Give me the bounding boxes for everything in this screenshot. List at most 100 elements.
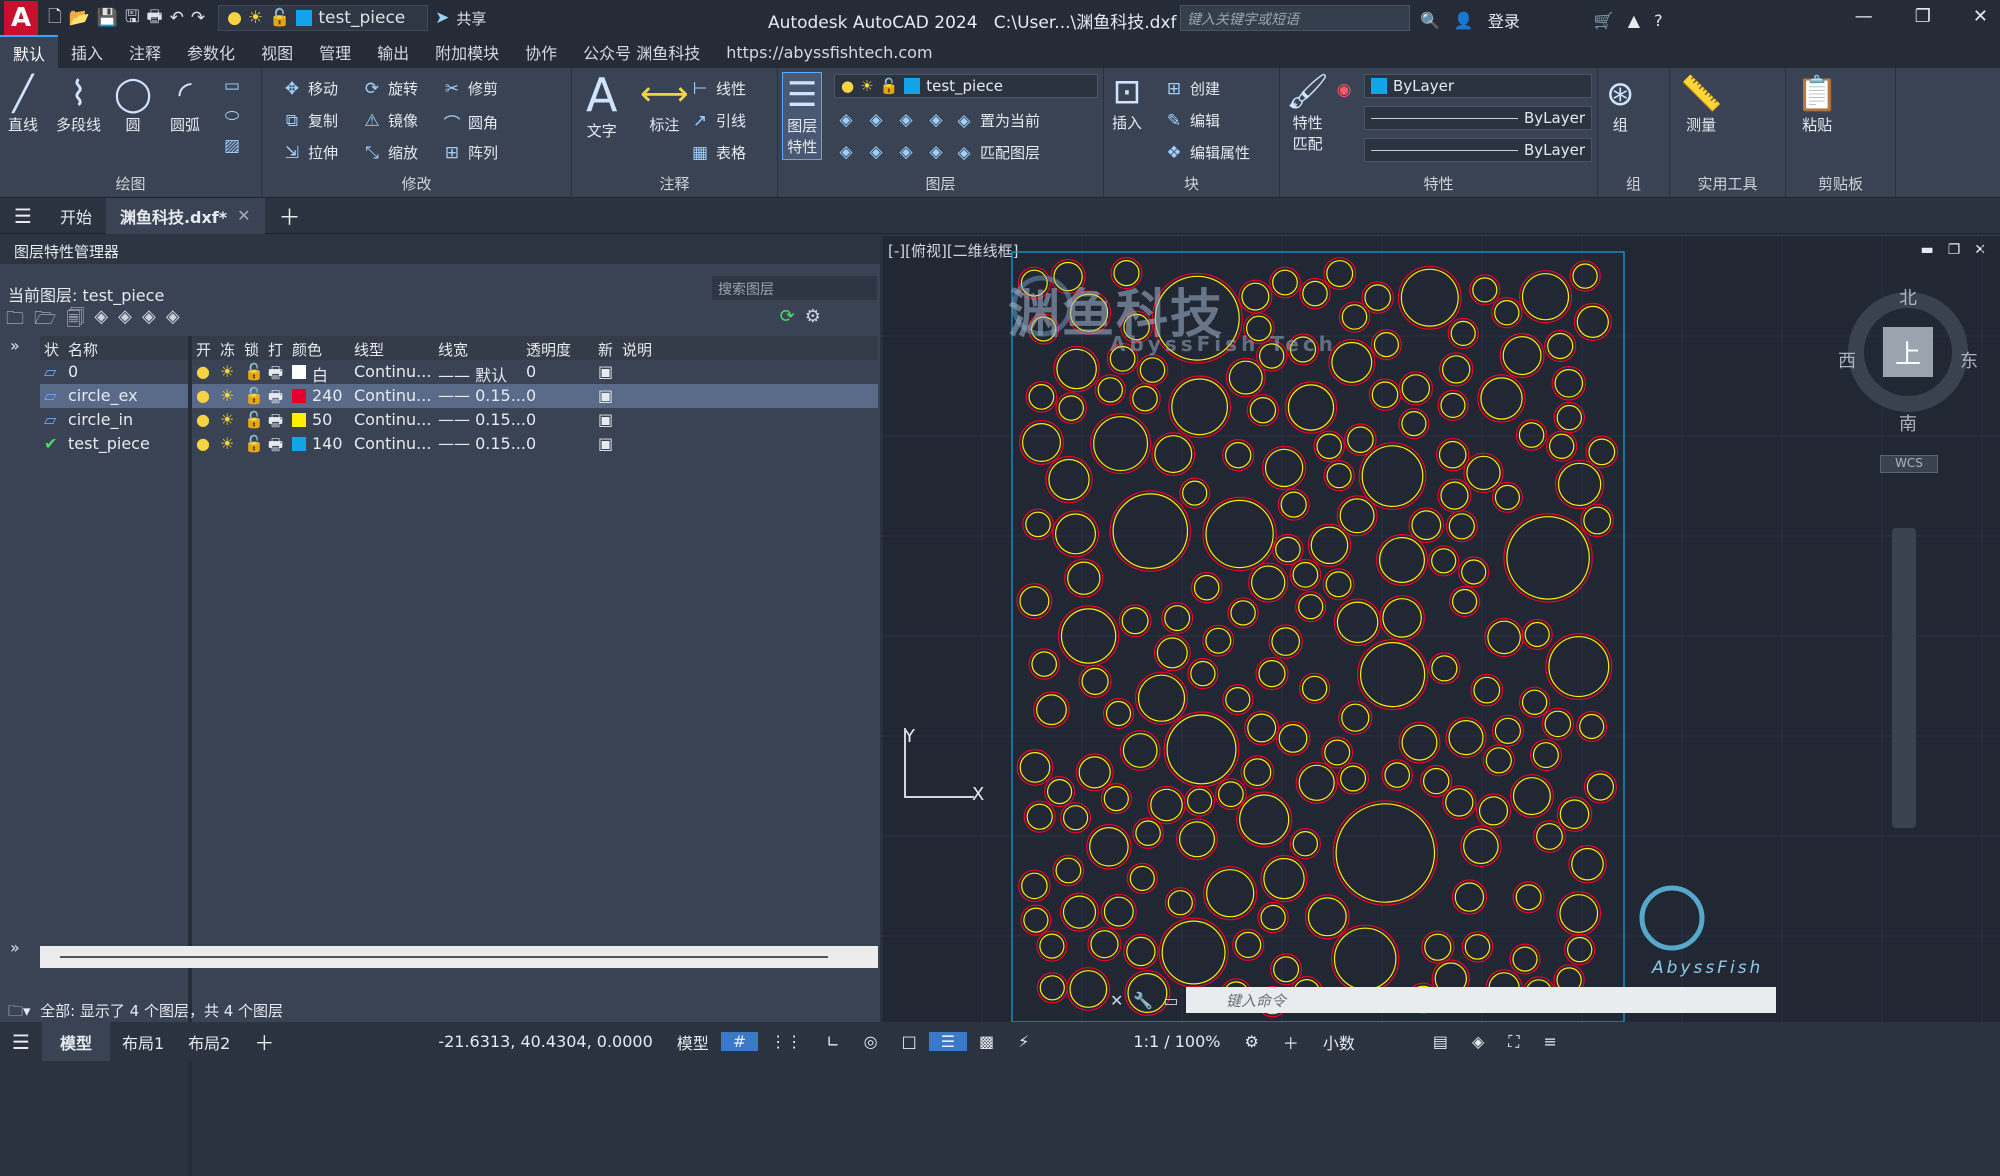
circle-ex-entity[interactable] bbox=[1168, 375, 1232, 439]
circle-ex-entity[interactable] bbox=[1295, 761, 1338, 804]
circle-ex-entity[interactable] bbox=[1368, 378, 1402, 411]
circle-ex-entity[interactable] bbox=[1447, 317, 1479, 350]
circle-in-entity[interactable] bbox=[1103, 896, 1134, 927]
share-label[interactable]: 共享 bbox=[456, 8, 486, 29]
circle-in-entity[interactable] bbox=[1341, 703, 1370, 732]
lock-icon[interactable]: 🔓 bbox=[244, 410, 264, 429]
lock-icon[interactable]: 🔓 bbox=[244, 434, 264, 453]
circle-in-entity[interactable] bbox=[1067, 561, 1101, 595]
circle-in-entity[interactable] bbox=[1331, 341, 1373, 383]
circle-in-entity[interactable] bbox=[1339, 498, 1375, 534]
circle-in-entity[interactable] bbox=[1307, 897, 1347, 937]
group-filter-icon[interactable]: 🗁 bbox=[34, 306, 56, 332]
color-wheel-icon[interactable]: ◉ bbox=[1334, 80, 1354, 100]
circle-in-entity[interactable] bbox=[1264, 448, 1304, 488]
close-icon[interactable]: ✕ bbox=[1973, 6, 1988, 27]
circle-ex-entity[interactable] bbox=[1304, 894, 1350, 940]
create-block-button[interactable]: ⊞ 创建 bbox=[1164, 78, 1220, 99]
block-panel-title[interactable]: 块 bbox=[1104, 173, 1279, 194]
modify-panel-title[interactable]: 修改 bbox=[262, 173, 571, 194]
edit-attr-button[interactable]: ❖ 编辑属性 bbox=[1164, 142, 1250, 163]
circle-in-entity[interactable] bbox=[1512, 946, 1538, 972]
circle-in-entity[interactable] bbox=[1190, 660, 1216, 687]
circle-in-entity[interactable] bbox=[1557, 462, 1602, 507]
circle-in-entity[interactable] bbox=[1298, 594, 1324, 620]
circle-ex-entity[interactable] bbox=[1482, 744, 1515, 777]
circle-in-entity[interactable] bbox=[1401, 374, 1431, 403]
circle-in-entity[interactable] bbox=[1156, 637, 1188, 669]
new-tab-icon[interactable]: ＋ bbox=[265, 198, 315, 234]
circle-ex-entity[interactable] bbox=[1102, 697, 1135, 730]
help-icon[interactable]: ? bbox=[1654, 11, 1663, 30]
circle-ex-entity[interactable] bbox=[1222, 684, 1254, 716]
table-button[interactable]: ▦ 表格 bbox=[690, 142, 746, 163]
drawing-viewport[interactable]: [-][俯视][二维线框] ▬ ❐ ✕ 渊鱼科技 AbyssFish Tech Ab… bbox=[882, 236, 2000, 1022]
circle-in-entity[interactable] bbox=[1502, 336, 1542, 376]
filter-icon[interactable]: 🗀 bbox=[6, 306, 24, 332]
horizontal-scrollbar[interactable] bbox=[40, 946, 878, 968]
circle-in-entity[interactable] bbox=[1280, 491, 1307, 518]
layer-color-name[interactable]: 140 bbox=[312, 434, 343, 453]
circle-in-entity[interactable] bbox=[1048, 458, 1090, 501]
circle-in-entity[interactable] bbox=[1341, 304, 1368, 330]
circle-ex-entity[interactable] bbox=[1087, 927, 1122, 962]
circle-in-entity[interactable] bbox=[1325, 571, 1352, 598]
circle-ex-entity[interactable] bbox=[1163, 711, 1240, 788]
units-dropdown[interactable]: 小数 bbox=[1311, 1030, 1421, 1054]
line-button[interactable]: ╱ 直线 bbox=[8, 74, 38, 135]
circle-ex-entity[interactable] bbox=[1064, 558, 1104, 598]
circle-in-entity[interactable] bbox=[1556, 404, 1583, 431]
text-button[interactable]: A 文字 bbox=[586, 70, 617, 141]
circle-ex-entity[interactable] bbox=[1260, 854, 1308, 903]
circle-ex-entity[interactable] bbox=[1023, 800, 1056, 833]
circle-in-entity[interactable] bbox=[1122, 733, 1158, 768]
circle-ex-entity[interactable] bbox=[1119, 730, 1161, 771]
linetype-dropdown[interactable]: ByLayer bbox=[1364, 106, 1592, 130]
layer-color-swatch[interactable] bbox=[292, 413, 306, 427]
circle-in-entity[interactable] bbox=[1058, 395, 1084, 421]
circle-in-entity[interactable] bbox=[1132, 385, 1158, 412]
app-menu-icon[interactable]: ☰ bbox=[0, 198, 46, 234]
polar-icon[interactable]: ◎ bbox=[852, 1032, 890, 1051]
circle-ex-entity[interactable] bbox=[1338, 301, 1371, 333]
isolate-icon[interactable]: ◈ bbox=[1460, 1032, 1496, 1051]
layer-linetype[interactable]: Continu... bbox=[354, 386, 431, 405]
circle-in-entity[interactable] bbox=[1278, 724, 1308, 753]
newvp-freeze-icon[interactable]: ▣ bbox=[598, 386, 613, 405]
circle-ex-entity[interactable] bbox=[1094, 374, 1126, 406]
circle-in-entity[interactable] bbox=[1292, 831, 1318, 857]
coordinates[interactable]: -21.6313, 40.4304, 0.0000 bbox=[426, 1032, 664, 1051]
circle-in-entity[interactable] bbox=[1442, 355, 1471, 384]
lock-icon[interactable]: 🔓 bbox=[244, 386, 264, 405]
layer-freeze-icon[interactable]: ◈ bbox=[896, 110, 916, 130]
circle-ex-entity[interactable] bbox=[1129, 382, 1161, 415]
circle-ex-entity[interactable] bbox=[1025, 380, 1058, 413]
clipboard-panel-title[interactable]: 剪贴板 bbox=[1786, 173, 1895, 194]
layer-off-icon[interactable]: ◈ bbox=[836, 110, 856, 130]
circle-in-entity[interactable] bbox=[1431, 548, 1457, 574]
circle-in-entity[interactable] bbox=[1364, 284, 1391, 311]
tab-manage[interactable]: 管理 bbox=[306, 36, 364, 68]
add-icon[interactable]: ＋ bbox=[1271, 1030, 1311, 1054]
ortho-icon[interactable]: ∟ bbox=[814, 1032, 851, 1051]
circle-in-entity[interactable] bbox=[1121, 607, 1149, 635]
circle-in-entity[interactable] bbox=[1022, 423, 1062, 463]
circle-in-entity[interactable] bbox=[1424, 933, 1452, 961]
circle-in-entity[interactable] bbox=[1487, 620, 1521, 655]
layer-properties-button[interactable]: ☰ 图层 特性 bbox=[782, 72, 823, 160]
open-icon[interactable]: 📂 bbox=[69, 8, 90, 28]
newvp-freeze-icon[interactable]: ▣ bbox=[598, 434, 613, 453]
circle-in-entity[interactable] bbox=[1182, 480, 1208, 506]
circle-ex-entity[interactable] bbox=[1187, 657, 1219, 690]
circle-in-entity[interactable] bbox=[1078, 756, 1111, 789]
circle-ex-entity[interactable] bbox=[1295, 591, 1327, 623]
circle-ex-entity[interactable] bbox=[1435, 437, 1470, 472]
circle-ex-entity[interactable] bbox=[1379, 595, 1425, 641]
sun-icon[interactable]: ☀ bbox=[220, 434, 234, 453]
circle-in-entity[interactable] bbox=[1401, 411, 1427, 437]
new-vp-frozen-icon[interactable]: ◈ bbox=[118, 306, 132, 332]
circle-in-entity[interactable] bbox=[1093, 416, 1149, 472]
layer-color-swatch[interactable] bbox=[292, 389, 306, 403]
circle-ex-entity[interactable] bbox=[1330, 924, 1400, 994]
circle-ex-entity[interactable] bbox=[1019, 420, 1065, 466]
